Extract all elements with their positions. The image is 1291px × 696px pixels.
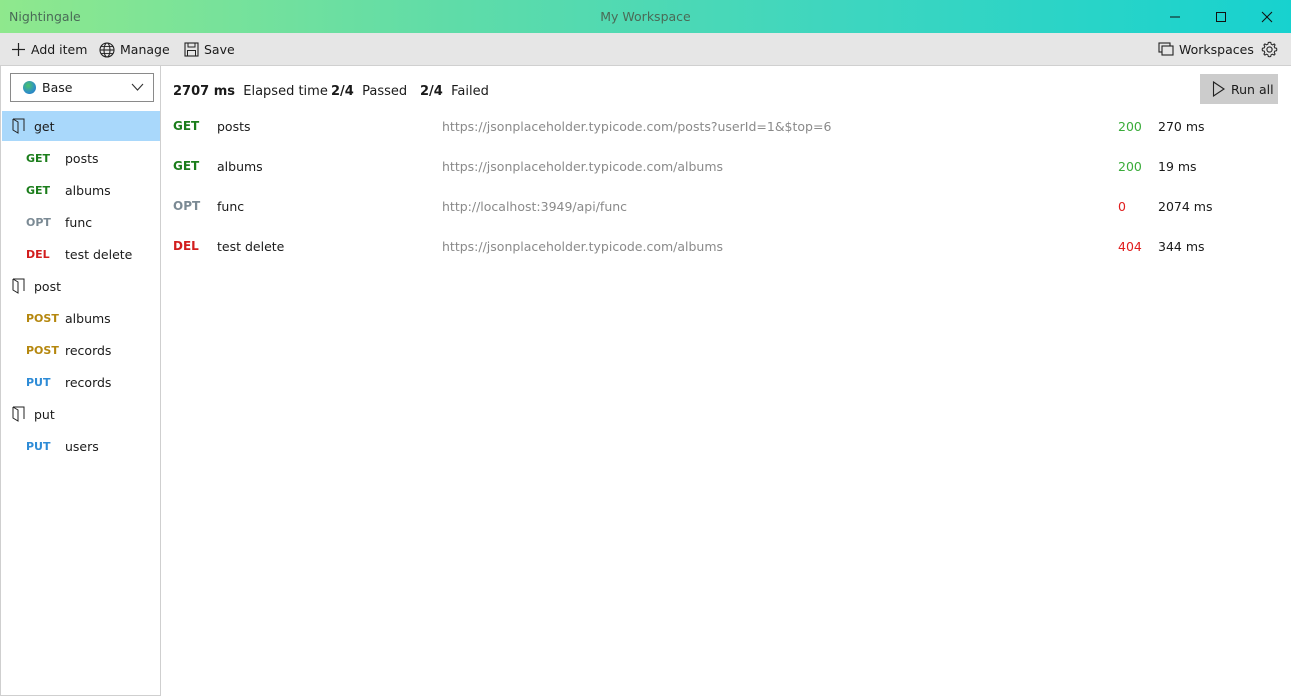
tree-folder-put[interactable]: put [2, 399, 160, 429]
method-badge: PUT [26, 439, 51, 453]
tree-folder-label: put [34, 406, 55, 422]
result-name: func [217, 199, 245, 214]
elapsed-label: Elapsed time [243, 84, 328, 99]
workspaces-button[interactable]: Workspaces [1158, 33, 1254, 66]
result-url: http://localhost:3949/api/func [442, 199, 628, 214]
failed-summary: 2/4 Failed [420, 84, 489, 100]
save-button[interactable]: Save [184, 33, 235, 66]
tree-request-post-albums[interactable]: POST albums [2, 303, 160, 333]
result-time: 19 ms [1158, 159, 1197, 174]
result-time: 270 ms [1158, 119, 1205, 134]
tree-request-del-test-delete[interactable]: DEL test delete [2, 239, 160, 269]
tree-request-label: albums [65, 182, 111, 198]
workspaces-label: Workspaces [1179, 42, 1254, 57]
globe-icon [99, 41, 115, 58]
add-item-label: Add item [31, 42, 88, 57]
toolbar: Add item Manage Save Workspaces [0, 33, 1291, 66]
tree-request-label: users [65, 438, 99, 454]
method-badge: OPT [173, 199, 201, 213]
environment-label: Base [42, 80, 73, 95]
method-badge: DEL [26, 247, 50, 261]
result-status: 200 [1118, 119, 1142, 134]
plus-icon [12, 43, 25, 56]
tree-request-put-records[interactable]: PUT records [2, 367, 160, 397]
settings-button[interactable] [1261, 33, 1283, 66]
gear-icon [1261, 41, 1278, 58]
tree-request-label: records [65, 374, 112, 390]
method-badge: POST [26, 343, 59, 357]
tree-request-get-posts[interactable]: GET posts [2, 143, 160, 173]
result-name: test delete [217, 239, 285, 254]
method-badge: GET [26, 183, 51, 197]
app-name: Nightingale [9, 9, 81, 24]
result-url: https://jsonplaceholder.typicode.com/pos… [442, 119, 832, 134]
tree-request-label: albums [65, 310, 111, 326]
result-row[interactable]: GET posts https://jsonplaceholder.typico… [161, 112, 1291, 152]
method-badge: DEL [173, 239, 199, 253]
tree-request-label: records [65, 342, 112, 358]
result-status: 404 [1118, 239, 1142, 254]
result-name: posts [217, 119, 251, 134]
result-time: 344 ms [1158, 239, 1205, 254]
workspaces-icon [1158, 42, 1174, 56]
minimize-icon [1170, 16, 1180, 17]
add-item-button[interactable]: Add item [11, 33, 87, 66]
folder-icon [12, 406, 25, 422]
method-badge: GET [26, 151, 51, 165]
elapsed-value: 2707 ms [173, 84, 235, 99]
passed-summary: 2/4 Passed [331, 84, 407, 100]
maximize-button[interactable] [1198, 0, 1244, 33]
close-icon [1261, 11, 1273, 22]
elapsed-summary: 2707 ms Elapsed time [173, 84, 328, 100]
minimize-button[interactable] [1152, 0, 1198, 33]
tree-folder-post[interactable]: post [2, 271, 160, 301]
result-row[interactable]: DEL test delete https://jsonplaceholder.… [161, 232, 1291, 272]
folder-icon [12, 278, 25, 294]
tree-request-put-users[interactable]: PUT users [2, 431, 160, 461]
result-row[interactable]: GET albums https://jsonplaceholder.typic… [161, 152, 1291, 192]
tree-folder-get[interactable]: get [2, 111, 160, 141]
tree-request-opt-func[interactable]: OPT func [2, 207, 160, 237]
chevron-down-icon [131, 83, 144, 91]
manage-button[interactable]: Manage [99, 33, 170, 66]
tree-request-label: posts [65, 150, 99, 166]
tree-request-label: test delete [65, 246, 133, 262]
title-bar: Nightingale My Workspace [0, 0, 1291, 33]
passed-label: Passed [362, 84, 408, 99]
method-badge: GET [173, 119, 200, 133]
tree-request-post-records[interactable]: POST records [2, 335, 160, 365]
result-time: 2074 ms [1158, 199, 1213, 214]
tree-request-get-albums[interactable]: GET albums [2, 175, 160, 205]
result-row[interactable]: OPT func http://localhost:3949/api/func … [161, 192, 1291, 232]
method-badge: PUT [26, 375, 51, 389]
save-label: Save [204, 42, 235, 57]
environment-globe-icon [23, 81, 36, 94]
tree-request-label: func [65, 214, 93, 230]
run-all-label: Run all [1231, 81, 1274, 97]
tree-folder-label: post [34, 278, 61, 294]
window-title: My Workspace [600, 9, 691, 24]
folder-icon [12, 118, 25, 134]
method-badge: GET [173, 159, 200, 173]
environment-select[interactable]: Base [10, 73, 154, 102]
tree-folder-label: get [34, 118, 55, 134]
close-button[interactable] [1244, 0, 1290, 33]
result-name: albums [217, 159, 263, 174]
passed-value: 2/4 [331, 84, 354, 99]
save-icon [184, 42, 199, 57]
result-url: https://jsonplaceholder.typicode.com/alb… [442, 239, 724, 254]
method-badge: POST [26, 311, 59, 325]
method-badge: OPT [26, 215, 51, 229]
result-url: https://jsonplaceholder.typicode.com/alb… [442, 159, 724, 174]
result-status: 0 [1118, 199, 1126, 214]
failed-value: 2/4 [420, 84, 443, 99]
maximize-icon [1216, 11, 1226, 22]
result-status: 200 [1118, 159, 1142, 174]
sidebar: Base get GET posts GET albums OPT func D… [0, 66, 161, 696]
run-all-button[interactable]: Run all [1200, 74, 1278, 104]
manage-label: Manage [120, 42, 170, 57]
failed-label: Failed [451, 84, 489, 99]
play-icon [1212, 81, 1225, 97]
